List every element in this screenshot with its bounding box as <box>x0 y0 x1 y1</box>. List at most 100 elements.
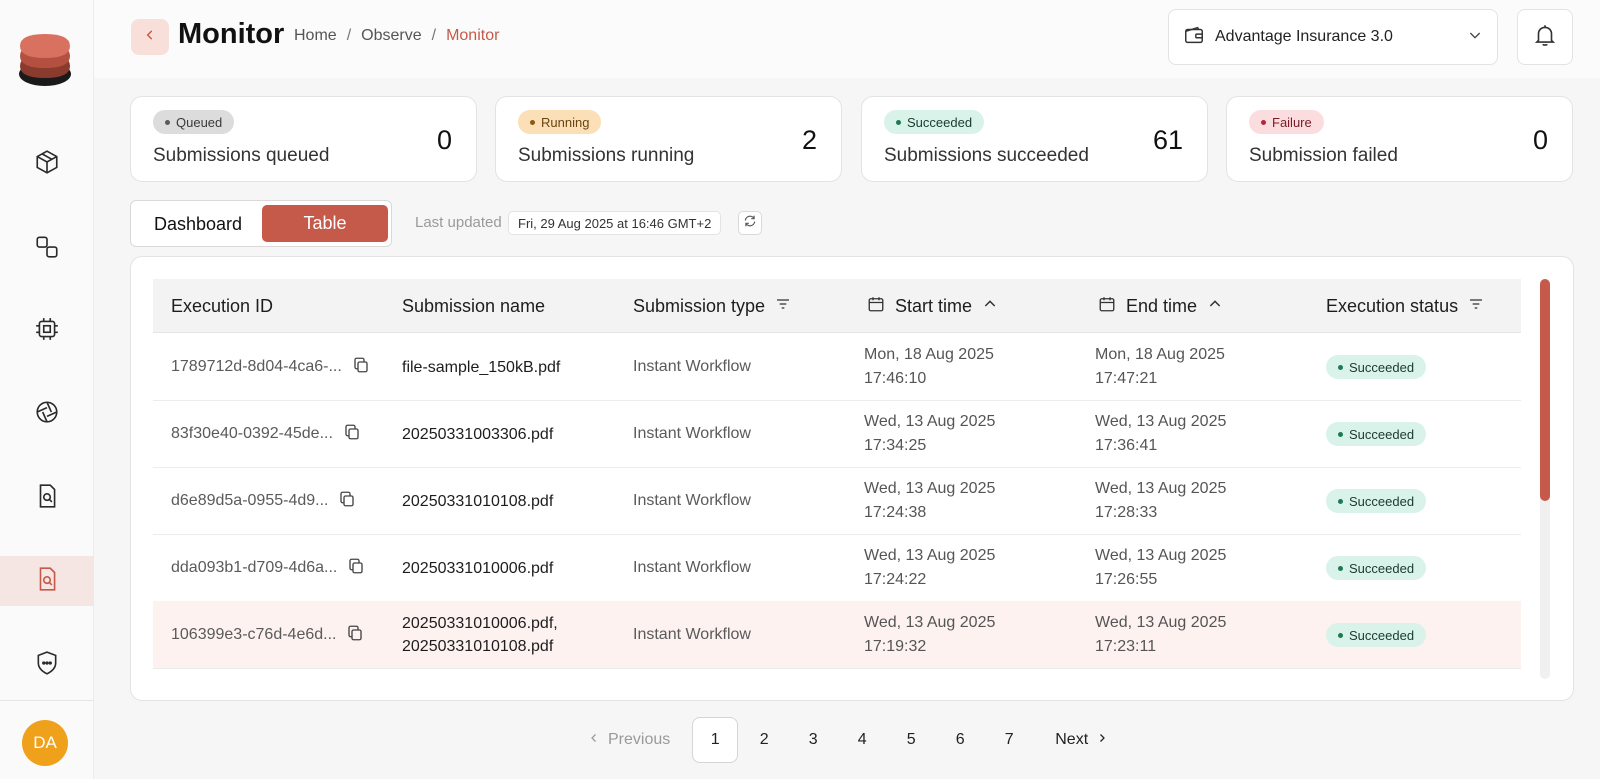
sidebar-item-processors[interactable] <box>0 306 94 356</box>
filter-icon[interactable] <box>775 296 791 317</box>
start-date: Wed, 13 Aug 2025 <box>864 614 996 631</box>
sidebar-item-review[interactable] <box>0 473 94 523</box>
breadcrumb-separator: / <box>346 27 352 44</box>
wallet-icon <box>1183 24 1205 51</box>
submission-name[interactable]: 20250331010108.pdf <box>402 490 553 513</box>
table-row[interactable]: dda093b1-d709-4d6a... 20250331010006.pdf I… <box>153 534 1521 602</box>
copy-icon[interactable] <box>346 624 364 647</box>
start-time: 17:24:22 <box>864 571 927 588</box>
start-time-cell: Mon, 18 Aug 2025 17:46:10 <box>864 333 994 401</box>
status-label: Succeeded <box>1349 627 1415 643</box>
sidebar-item-monitor[interactable] <box>0 556 94 606</box>
status-label: Succeeded <box>1349 426 1415 442</box>
column-header-start-time[interactable]: Start time <box>867 279 998 333</box>
page-numbers: 1234567 <box>692 717 1035 763</box>
copy-icon[interactable] <box>352 356 370 379</box>
page-number-button[interactable]: 2 <box>741 717 787 763</box>
copy-icon[interactable] <box>338 490 356 513</box>
submission-type: Instant Workflow <box>633 425 751 442</box>
badge-label: Failure <box>1272 114 1312 130</box>
copy-icon[interactable] <box>343 423 361 446</box>
end-time: 17:26:55 <box>1095 571 1158 588</box>
sidebar-item-integrations[interactable] <box>0 224 94 274</box>
end-date: Mon, 18 Aug 2025 <box>1095 346 1225 363</box>
sort-up-icon[interactable] <box>982 296 998 317</box>
tab-table[interactable]: Table <box>262 205 388 242</box>
execution-id[interactable]: 106399e3-c76d-4e6d... <box>171 626 336 644</box>
column-header-submission-name[interactable]: Submission name <box>402 279 545 333</box>
user-avatar[interactable]: DA <box>22 720 68 766</box>
sidebar-item-models[interactable] <box>0 139 94 189</box>
breadcrumb-observe[interactable]: Observe <box>361 27 421 45</box>
page-number-button[interactable]: 1 <box>692 717 739 763</box>
column-header-execution-status[interactable]: Execution status <box>1326 279 1484 333</box>
project-selector[interactable]: Advantage Insurance 3.0 <box>1168 9 1498 65</box>
previous-page-button[interactable]: Previous <box>588 731 670 749</box>
submission-name[interactable]: 20250331010006.pdf <box>402 557 553 580</box>
start-time-cell: Wed, 13 Aug 2025 17:34:25 <box>864 400 995 468</box>
breadcrumb-separator: / <box>431 27 437 44</box>
stat-card-failed: Failure Submission failed 0 <box>1226 96 1573 182</box>
execution-status-cell: Succeeded <box>1326 601 1427 669</box>
table-row[interactable]: d6e89d5a-0955-4d9... 20250331010108.pdf In… <box>153 467 1521 535</box>
sidebar-item-explore[interactable] <box>0 389 94 439</box>
breadcrumb-home[interactable]: Home <box>294 27 337 45</box>
table-row[interactable]: 83f30e40-0392-45de... 20250331003306.pdf I… <box>153 400 1521 468</box>
badge-dot <box>1338 431 1343 437</box>
execution-id[interactable]: 1789712d-8d04-4ca6-... <box>171 358 342 376</box>
filter-icon[interactable] <box>1468 296 1484 317</box>
previous-page-label: Previous <box>608 731 671 748</box>
stat-label: Submission failed <box>1249 145 1398 166</box>
sort-up-icon[interactable] <box>1207 296 1223 317</box>
sidebar-item-security[interactable] <box>0 640 94 690</box>
page-number-button[interactable]: 7 <box>986 717 1032 763</box>
badge-dot <box>1338 632 1343 638</box>
badge-label: Succeeded <box>907 114 973 130</box>
next-page-button[interactable]: Next <box>1055 731 1108 749</box>
page-number-button[interactable]: 3 <box>790 717 836 763</box>
table-row[interactable]: 106399e3-c76d-4e6d... 20250331010006.pdf,… <box>153 601 1521 669</box>
status-badge: Succeeded <box>1326 422 1427 446</box>
notifications-button[interactable] <box>1517 9 1573 65</box>
table-scrollbar-thumb[interactable] <box>1540 279 1550 501</box>
page-number-button[interactable]: 4 <box>839 717 885 763</box>
start-time-cell: Wed, 13 Aug 2025 17:24:38 <box>864 467 995 535</box>
next-page-label: Next <box>1055 731 1089 748</box>
executions-table: Execution ID Submission name Submission … <box>130 256 1574 701</box>
stat-label: Submissions running <box>518 145 695 166</box>
submission-name-lines: 20250331010108.pdf <box>402 490 553 513</box>
project-selector-value: Advantage Insurance 3.0 <box>1215 28 1393 45</box>
status-label: Succeeded <box>1349 493 1415 509</box>
pagination: Previous 1234567 Next <box>588 716 1108 764</box>
execution-id[interactable]: d6e89d5a-0955-4d9... <box>171 492 328 510</box>
sidebar-divider <box>0 700 94 701</box>
submission-name[interactable]: file-sample_150kB.pdf <box>402 356 560 379</box>
aperture-icon <box>34 399 60 430</box>
column-header-submission-type[interactable]: Submission type <box>633 279 791 333</box>
page-number-button[interactable]: 6 <box>937 717 983 763</box>
tab-dashboard[interactable]: Dashboard <box>134 205 262 243</box>
submission-name[interactable]: 20250331010006.pdf, <box>402 612 558 635</box>
column-header-label: Submission type <box>633 295 766 316</box>
bell-icon <box>1532 22 1558 53</box>
back-button[interactable] <box>131 19 169 55</box>
execution-id[interactable]: dda093b1-d709-4d6a... <box>171 559 337 577</box>
column-header-end-time[interactable]: End time <box>1098 279 1223 333</box>
start-time-cell: Wed, 13 Aug 2025 17:19:32 <box>864 601 995 669</box>
status-badge: Succeeded <box>1326 355 1427 379</box>
execution-id[interactable]: 83f30e40-0392-45de... <box>171 425 333 443</box>
document-search-icon <box>34 483 60 514</box>
page-number-button[interactable]: 5 <box>888 717 934 763</box>
status-label: Succeeded <box>1349 359 1415 375</box>
table-scrollbar[interactable] <box>1540 279 1550 679</box>
refresh-button[interactable] <box>738 211 762 235</box>
submission-type-cell: Instant Workflow <box>633 601 751 669</box>
app-logo[interactable] <box>16 30 74 90</box>
submission-name[interactable]: 20250331003306.pdf <box>402 423 553 446</box>
copy-icon[interactable] <box>347 557 365 580</box>
column-header-execution-id[interactable]: Execution ID <box>171 279 273 333</box>
start-date: Wed, 13 Aug 2025 <box>864 480 996 497</box>
submission-name[interactable]: 20250331010108.pdf <box>402 635 558 658</box>
link-nodes-icon <box>34 234 60 265</box>
table-row[interactable]: 1789712d-8d04-4ca6-... file-sample_150kB.… <box>153 333 1521 401</box>
